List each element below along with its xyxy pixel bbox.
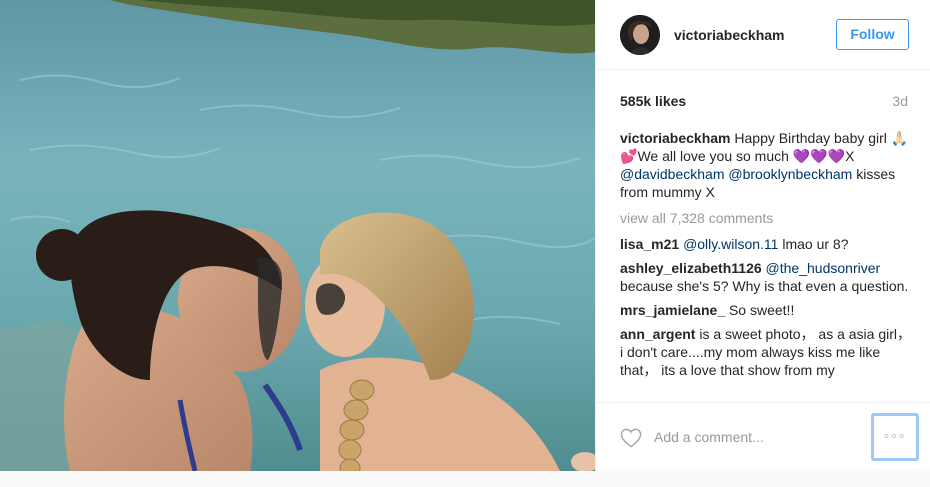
comment-author[interactable]: ann_argent bbox=[620, 326, 695, 342]
caption-text: Happy Birthday baby girl bbox=[730, 130, 891, 146]
comment-text: So sweet!! bbox=[725, 302, 795, 318]
comment-item: mrs_jamielane_ So sweet!! bbox=[620, 301, 912, 319]
post-photo[interactable] bbox=[0, 0, 595, 471]
follow-button[interactable]: Follow bbox=[836, 19, 909, 50]
avatar-image bbox=[620, 14, 660, 55]
comment-item: lisa_m21 @olly.wilson.11 lmao ur 8? bbox=[620, 235, 912, 253]
avatar[interactable] bbox=[620, 14, 660, 55]
more-options-button[interactable]: ◦◦◦ bbox=[871, 413, 919, 461]
post-username[interactable]: victoriabeckham bbox=[674, 27, 836, 43]
caption-text: X bbox=[845, 148, 855, 164]
likes-count[interactable]: 585k likes bbox=[620, 93, 686, 109]
view-all-comments-link[interactable]: view all 7,328 comments bbox=[620, 209, 912, 227]
comment-author[interactable]: mrs_jamielane_ bbox=[620, 302, 725, 318]
post-age[interactable]: 3d bbox=[892, 93, 908, 109]
add-comment-input[interactable]: Add a comment... bbox=[654, 429, 764, 445]
post-modal: victoriabeckham Follow 585k likes 3d vic… bbox=[0, 0, 930, 471]
comment-item: ashley_elizabeth1126 @the_hudsonriver be… bbox=[620, 259, 912, 295]
mention-link[interactable]: @brooklynbeckham bbox=[728, 166, 852, 182]
post-meta: 585k likes 3d bbox=[620, 93, 908, 111]
photo-image bbox=[0, 0, 595, 471]
mention-link[interactable]: @olly.wilson.11 bbox=[683, 236, 778, 252]
caption-author[interactable]: victoriabeckham bbox=[620, 130, 731, 146]
comment-author[interactable]: lisa_m21 bbox=[620, 236, 679, 252]
comment-author[interactable]: ashley_elizabeth1126 bbox=[620, 260, 762, 276]
post-sidebar: victoriabeckham Follow 585k likes 3d vic… bbox=[595, 0, 930, 471]
more-options-icon: ◦◦◦ bbox=[883, 428, 907, 445]
comment-text: because she's 5? Why is that even a ques… bbox=[620, 278, 909, 294]
caption: victoriabeckham Happy Birthday baby girl… bbox=[620, 129, 912, 201]
comment-text: lmao ur 8? bbox=[778, 236, 849, 252]
mention-link[interactable]: @davidbeckham bbox=[620, 166, 725, 182]
comment-item: ann_argent is a sweet photo， as a asia g… bbox=[620, 325, 912, 379]
mention-link[interactable]: @the_hudsonriver bbox=[766, 260, 881, 276]
caption-text: We all love you so much bbox=[637, 148, 793, 164]
heart-icon[interactable] bbox=[620, 428, 642, 448]
caption-emoji: 💜💜💜 bbox=[792, 148, 846, 164]
post-header: victoriabeckham Follow bbox=[596, 0, 930, 70]
comments-list: victoriabeckham Happy Birthday baby girl… bbox=[620, 129, 912, 399]
post-actions: Add a comment... ◦◦◦ bbox=[596, 402, 930, 471]
